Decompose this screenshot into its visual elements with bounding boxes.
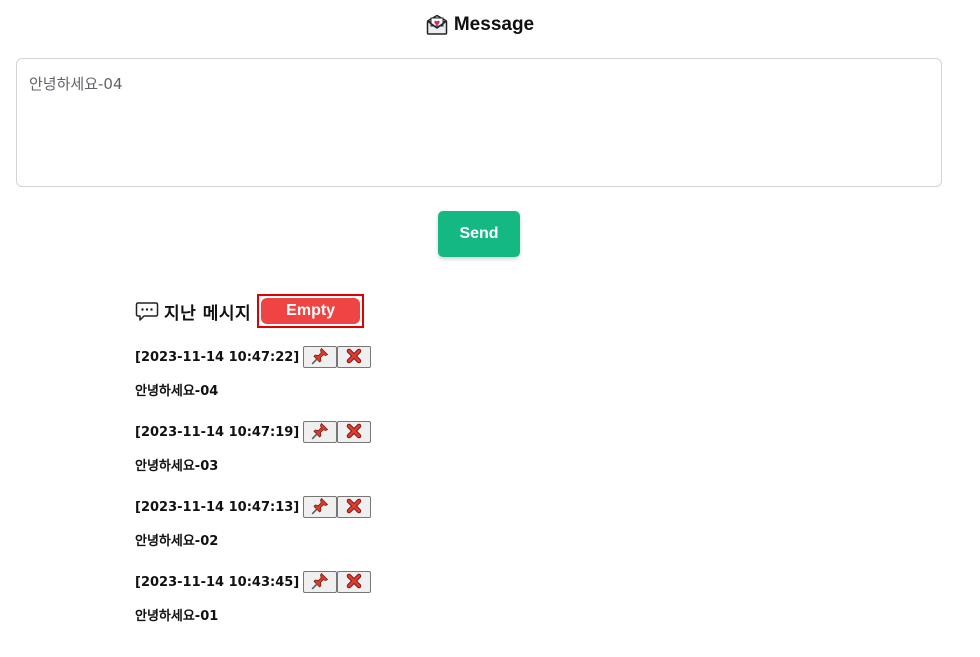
pushpin-icon: [311, 497, 329, 518]
message-timestamp: [2023-11-14 10:43:45]: [135, 574, 300, 590]
message-text: 안녕하세요-03: [135, 459, 219, 474]
send-button[interactable]: Send: [438, 211, 520, 257]
pin-button[interactable]: [303, 421, 338, 443]
cross-mark-icon: [346, 498, 362, 517]
message-timestamp: [2023-11-14 10:47:22]: [135, 349, 300, 365]
message-meta: [2023-11-14 10:47:22]: [135, 346, 372, 368]
message-meta: [2023-11-14 10:47:13]: [135, 496, 372, 518]
speech-bubble-icon: [135, 300, 159, 322]
pin-button[interactable]: [303, 496, 338, 518]
history-title: 지난 메시지: [164, 303, 252, 324]
empty-button-highlight: Empty: [257, 294, 365, 328]
delete-button[interactable]: [337, 421, 372, 443]
delete-button[interactable]: [337, 571, 372, 593]
message-history: 지난 메시지 Empty [2023-11-14 10:47:22] 안녕하세요…: [135, 292, 372, 646]
message-item: [2023-11-14 10:47:13] 안녕하세요-02: [135, 496, 372, 571]
message-input[interactable]: 안녕하세요-04: [16, 58, 942, 187]
cross-mark-icon: [346, 423, 362, 442]
message-item: [2023-11-14 10:43:45] 안녕하세요-01: [135, 571, 372, 646]
message-item: [2023-11-14 10:47:22] 안녕하세요-04: [135, 346, 372, 421]
message-text: 안녕하세요-02: [135, 534, 219, 549]
love-letter-icon: [426, 14, 448, 36]
message-timestamp: [2023-11-14 10:47:19]: [135, 424, 300, 440]
message-timestamp: [2023-11-14 10:47:13]: [135, 499, 300, 515]
message-text: 안녕하세요-01: [135, 609, 219, 624]
page: Message 안녕하세요-04 Send 지난 메시지 Empty [2023…: [0, 0, 980, 657]
pushpin-icon: [311, 572, 329, 593]
cross-mark-icon: [346, 573, 362, 592]
delete-button[interactable]: [337, 346, 372, 368]
message-meta: [2023-11-14 10:47:19]: [135, 421, 372, 443]
empty-button[interactable]: Empty: [261, 298, 361, 324]
history-header: 지난 메시지 Empty: [135, 292, 371, 330]
delete-button[interactable]: [337, 496, 372, 518]
pushpin-icon: [311, 422, 329, 443]
message-list: [2023-11-14 10:47:22] 안녕하세요-04 [2023-11-…: [135, 346, 372, 646]
message-item: [2023-11-14 10:47:19] 안녕하세요-03: [135, 421, 372, 496]
pin-button[interactable]: [303, 571, 338, 593]
message-text: 안녕하세요-04: [135, 384, 219, 399]
header: Message: [0, 14, 960, 36]
message-meta: [2023-11-14 10:43:45]: [135, 571, 372, 593]
cross-mark-icon: [346, 348, 362, 367]
pushpin-icon: [311, 347, 329, 368]
pin-button[interactable]: [303, 346, 338, 368]
page-title: Message: [453, 14, 535, 35]
